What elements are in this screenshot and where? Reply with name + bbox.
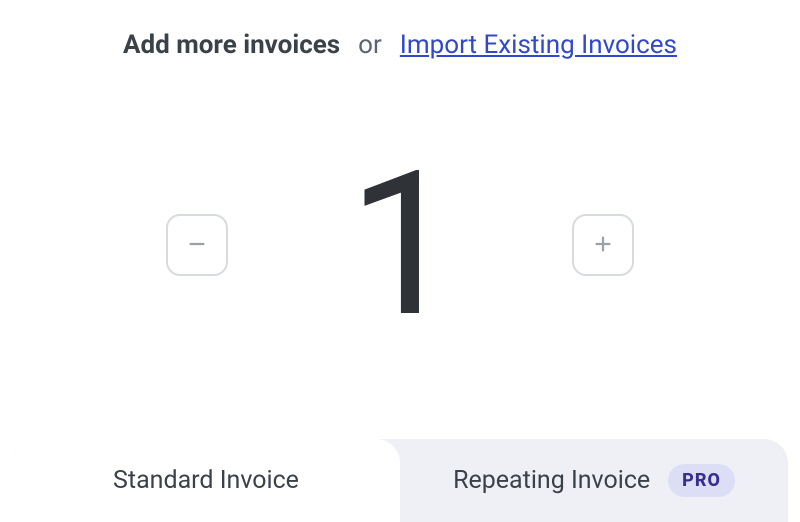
- tab-label: Standard Invoice: [113, 466, 299, 495]
- header-title: Add more invoices: [123, 30, 340, 60]
- pro-badge: PRO: [668, 464, 735, 497]
- tab-repeating-invoice[interactable]: Repeating Invoice PRO: [400, 439, 788, 522]
- plus-icon: [592, 233, 614, 258]
- invoice-type-tabs: Standard Invoice Repeating Invoice PRO: [12, 439, 788, 522]
- tab-standard-invoice[interactable]: Standard Invoice: [12, 439, 400, 522]
- stepper-value: 1: [348, 145, 452, 345]
- import-existing-invoices-link[interactable]: Import Existing Invoices: [400, 30, 677, 60]
- quantity-stepper: 1: [0, 145, 800, 345]
- increment-button[interactable]: [572, 214, 634, 276]
- minus-icon: [186, 233, 208, 258]
- header-row: Add more invoices or Import Existing Inv…: [0, 0, 800, 60]
- header-or-text: or: [358, 30, 382, 60]
- decrement-button[interactable]: [166, 214, 228, 276]
- tab-label: Repeating Invoice: [453, 466, 650, 495]
